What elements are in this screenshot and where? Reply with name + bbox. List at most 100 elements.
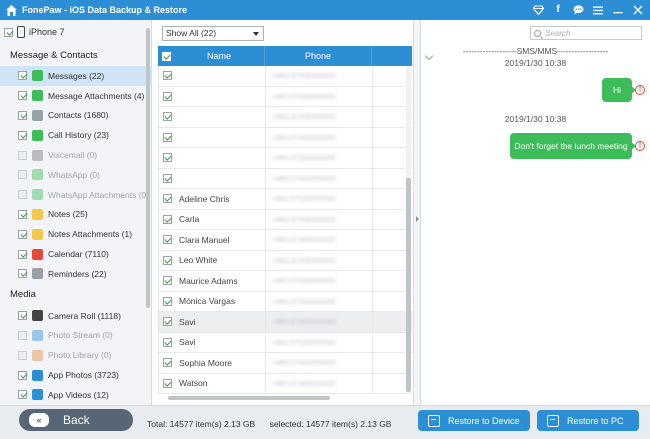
sidebar-item[interactable]: Reminders (22) [0,264,151,284]
filter-dropdown[interactable]: Show All (22) [162,25,264,41]
sidebar-item[interactable]: Messages (22) [0,66,151,86]
contact-name: Savi [179,316,196,327]
sidebar-item[interactable]: Contacts (1680) [0,106,151,126]
row-checkbox[interactable] [162,235,172,245]
column-header-phone[interactable]: Phone [264,46,372,66]
sidebar-item[interactable]: Photo Library (0) [0,345,151,365]
table-row[interactable]: +8613700000000 [159,106,412,128]
message-bubble[interactable]: Don't forget the lunch meeting [510,133,636,159]
menu-icon[interactable] [592,4,604,16]
contact-phone: +8613700000000 [272,276,337,286]
sidebar-item-checkbox[interactable] [18,269,27,279]
sidebar-item[interactable]: Call History (23) [0,125,151,145]
chat-icon[interactable] [572,4,584,16]
row-checkbox[interactable] [162,214,172,224]
sidebar-item-checkbox[interactable] [18,229,27,239]
sidebar-item[interactable]: Camera Roll (1118) [0,306,151,326]
back-button[interactable]: « Back [19,409,133,431]
sidebar-item-checkbox[interactable] [18,170,27,180]
row-checkbox[interactable] [162,132,172,142]
sidebar-item[interactable]: WhatsApp (0) [0,165,151,185]
column-header-name[interactable]: Name [174,51,264,61]
close-icon[interactable] [632,4,644,16]
table-row[interactable]: +8613700000000 [159,127,412,148]
sidebar-item-checkbox[interactable] [18,150,27,160]
sidebar-item[interactable]: Voicemail (0) [0,145,151,165]
list-horizontal-scrollbar[interactable] [158,394,412,402]
contact-phone: +8613700000000 [272,255,337,265]
sidebar-item-checkbox[interactable] [18,249,27,259]
sidebar-item-checkbox[interactable] [18,130,27,140]
sidebar-item[interactable]: App Videos (12) [0,385,151,405]
contact-name: Carla [179,214,200,225]
minimize-icon[interactable] [612,4,624,16]
sidebar-item-label: Messages (22) [48,70,105,81]
row-checkbox[interactable] [162,255,172,265]
message-bubble[interactable]: Hi [602,78,636,102]
sidebar-item-checkbox[interactable] [18,311,27,321]
table-row[interactable]: Adeline Chris +8613700000000 [159,188,412,210]
sidebar-item-checkbox[interactable] [18,350,27,360]
sidebar-item[interactable]: Message Attachments (4) [0,86,151,106]
row-checkbox[interactable] [162,153,172,163]
list-vertical-scrollbar[interactable] [406,66,411,394]
table-row[interactable]: Sophia Moore +8613700000000 [159,352,412,374]
sidebar-section-label: Media [10,289,36,301]
sidebar-item[interactable]: Notes (25) [0,205,151,225]
row-checkbox[interactable] [162,317,172,327]
restore-to-pc-button[interactable]: Restore to PC [537,410,639,431]
pane-splitter[interactable] [414,20,421,405]
sidebar-scrollbar[interactable] [146,28,150,308]
row-checkbox[interactable] [162,276,172,286]
search-input[interactable]: Search [530,26,642,40]
table-row[interactable]: Savi +8613700000000 [159,311,412,333]
message-timestamp: 2019/1/30 10:38 [504,58,567,68]
collapse-arrow-icon[interactable] [416,216,419,222]
sidebar-item[interactable]: Photo Stream (0) [0,326,151,346]
table-row[interactable]: Leo White +8613700000000 [159,250,412,271]
sidebar-item[interactable]: Calendar (7110) [0,244,151,264]
row-checkbox[interactable] [162,296,172,306]
device-row[interactable]: iPhone 7 [0,20,151,44]
photo-stream-icon [32,329,43,341]
sidebar-item-checkbox[interactable] [18,209,27,219]
table-row[interactable]: +8613700000000 [159,66,412,87]
sidebar-item-checkbox[interactable] [18,91,27,101]
row-checkbox[interactable] [162,194,172,204]
table-row[interactable]: Mónica Vargas +8613700000000 [159,291,412,312]
row-checkbox[interactable] [162,112,172,122]
table-row[interactable]: Maurice Adams +8613700000000 [159,270,412,292]
table-row[interactable]: +8613700000000 [159,86,412,107]
table-row[interactable]: Carla +8613700000000 [159,209,412,230]
table-row[interactable]: Savi +8613700000000 [159,332,412,353]
row-checkbox[interactable] [162,173,172,183]
sidebar-item-checkbox[interactable] [18,390,27,400]
device-checkbox[interactable] [4,27,13,37]
sidebar-item-checkbox[interactable] [18,330,27,340]
row-checkbox[interactable] [162,71,172,81]
diamond-icon[interactable] [532,4,544,16]
table-row[interactable]: +8613700000000 [159,147,412,169]
row-checkbox[interactable] [162,91,172,101]
table-row[interactable]: Clara Manuel +8613700000000 [159,229,412,251]
sidebar-item-label: Camera Roll (1118) [48,310,121,321]
facebook-icon[interactable]: f [552,4,564,16]
sidebar-item-label: WhatsApp (0) [48,169,100,180]
sidebar-item[interactable]: App Photos (3723) [0,365,151,385]
select-all-checkbox[interactable] [161,51,171,61]
sidebar-item[interactable]: Notes Attachments (1) [0,224,151,244]
sidebar-item-checkbox[interactable] [18,110,27,120]
sidebar-item-checkbox[interactable] [18,370,27,380]
sidebar-item-checkbox[interactable] [18,190,27,200]
sidebar-item-label: Message Attachments (4) [48,90,145,101]
restore-to-device-button[interactable]: Restore to Device [418,410,530,431]
row-checkbox[interactable] [162,378,172,388]
contact-name: Leo White [179,255,218,266]
sidebar-item-checkbox[interactable] [18,71,27,81]
row-checkbox[interactable] [162,358,172,368]
row-checkbox[interactable] [162,337,172,347]
table-row[interactable]: +8613700000000 [159,168,412,189]
iphone-icon [17,26,25,38]
table-row[interactable]: Watson +8613700000000 [159,373,412,394]
sidebar-item[interactable]: WhatsApp Attachments (0) [0,185,151,205]
